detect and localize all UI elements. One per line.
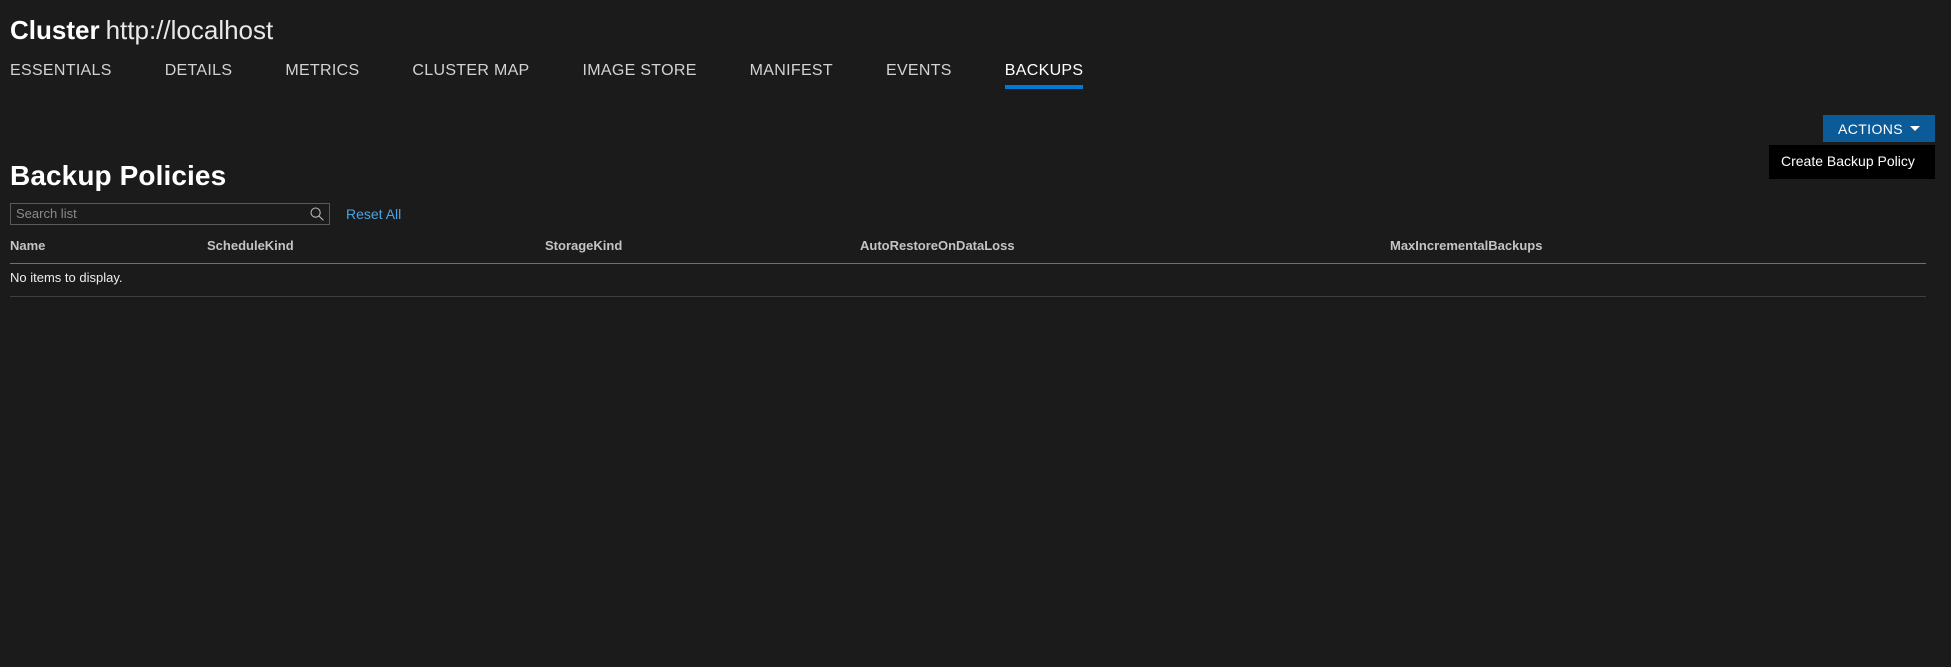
- tab-essentials[interactable]: ESSENTIALS: [10, 62, 112, 89]
- tab-label: CLUSTER MAP: [412, 62, 530, 79]
- menu-item-create-backup-policy[interactable]: Create Backup Policy: [1769, 153, 1935, 170]
- tab-label: BACKUPS: [1004, 62, 1084, 79]
- chevron-down-icon: [1910, 126, 1921, 131]
- actions-button[interactable]: ACTIONS: [1823, 115, 1935, 142]
- search-box[interactable]: [10, 203, 330, 225]
- tab-label: MANIFEST: [749, 62, 833, 79]
- table-header-row: Name ScheduleKind StorageKind AutoRestor…: [10, 238, 1926, 264]
- tab-details[interactable]: DETAILS: [165, 62, 233, 89]
- column-header-schedulekind[interactable]: ScheduleKind: [207, 238, 294, 253]
- table-body: No items to display.: [10, 264, 1926, 297]
- tab-label: METRICS: [285, 62, 360, 79]
- tab-bar: ESSENTIALS DETAILS METRICS CLUSTER MAP I…: [10, 62, 1083, 92]
- column-header-name[interactable]: Name: [10, 238, 45, 253]
- empty-state-message: No items to display.: [10, 270, 123, 285]
- page-title: Cluster: [10, 15, 100, 45]
- tab-metrics[interactable]: METRICS: [285, 62, 359, 89]
- menu-item-label: Create Backup Policy: [1781, 153, 1915, 169]
- tab-label: DETAILS: [164, 62, 233, 79]
- tab-label: ESSENTIALS: [10, 62, 112, 79]
- actions-container: ACTIONS Create Backup Policy: [1765, 115, 1935, 179]
- actions-button-label: ACTIONS: [1837, 120, 1904, 137]
- tab-image-store[interactable]: IMAGE STORE: [583, 62, 697, 89]
- actions-dropdown-menu: Create Backup Policy: [1769, 145, 1935, 179]
- tab-events[interactable]: EVENTS: [886, 62, 952, 89]
- tab-cluster-map[interactable]: CLUSTER MAP: [412, 62, 529, 89]
- column-header-storagekind[interactable]: StorageKind: [545, 238, 622, 253]
- tab-backups[interactable]: BACKUPS: [1004, 62, 1084, 89]
- backups-page: Cluster http://localhost ESSENTIALS DETAI…: [0, 0, 1951, 667]
- tab-label: IMAGE STORE: [582, 62, 697, 79]
- backup-policies-table: Name ScheduleKind StorageKind AutoRestor…: [10, 238, 1926, 297]
- page-header: Cluster http://localhost: [10, 14, 273, 46]
- search-input[interactable]: [11, 205, 329, 223]
- column-header-maxincrementalbackups[interactable]: MaxIncrementalBackups: [1390, 238, 1542, 253]
- reset-all-link[interactable]: Reset All: [346, 206, 401, 222]
- tab-manifest[interactable]: MANIFEST: [750, 62, 833, 89]
- section-title: Backup Policies: [10, 160, 227, 191]
- column-header-autorestoreondataloss[interactable]: AutoRestoreOnDataLoss: [860, 238, 1015, 253]
- tab-label: EVENTS: [885, 62, 952, 79]
- cluster-url: http://localhost: [105, 15, 274, 45]
- filter-row: Reset All: [10, 203, 401, 225]
